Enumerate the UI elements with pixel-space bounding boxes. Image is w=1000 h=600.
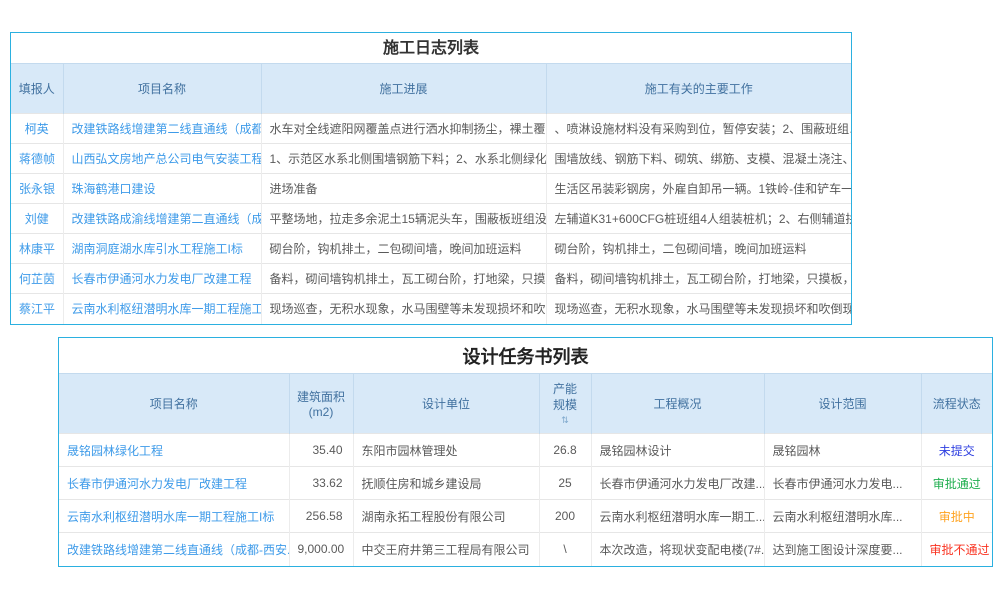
- design-unit-cell: 东阳市园林管理处: [353, 434, 539, 467]
- col-header-capacity[interactable]: 产能规模 ⇅: [539, 374, 591, 434]
- overview-cell: 本次改造，将现状变配电楼(7#...: [591, 533, 764, 566]
- overview-cell: 云南水利枢纽潜明水库一期工...: [591, 500, 764, 533]
- reporter-link[interactable]: 蔡江平: [19, 302, 55, 316]
- project-link[interactable]: 山西弘文房地产总公司电气安装工程: [72, 152, 262, 166]
- construction-log-panel: 施工日志列表 填报人 项目名称 施工进展 施工有关的主要工作 柯英 改建铁路线增…: [10, 32, 852, 325]
- main-work-cell: 备料，砌间墙钩机排土，瓦工砌台阶，打地梁，只摸板，砌...: [546, 264, 851, 294]
- header-row: 填报人 项目名称 施工进展 施工有关的主要工作: [11, 64, 851, 114]
- design-unit-cell: 中交王府井第三工程局有限公司: [353, 533, 539, 566]
- project-link[interactable]: 云南水利枢纽潜明水库一期工程施工I标: [72, 302, 262, 316]
- scope-cell: 晟铭园林: [764, 434, 921, 467]
- table-row: 柯英 改建铁路线增建第二线直通线（成都-... 水车对全线遮阳网覆盖点进行洒水抑…: [11, 114, 851, 144]
- reporter-link[interactable]: 张永银: [19, 182, 55, 196]
- col-header-project: 项目名称: [63, 64, 261, 114]
- progress-cell: 进场准备: [261, 174, 546, 204]
- table-row: 蔡江平 云南水利枢纽潜明水库一期工程施工I标 现场巡查，无积水现象，水马围壁等未…: [11, 294, 851, 324]
- design-task-table: 项目名称 建筑面积(m2) 设计单位 产能规模 ⇅ 工程概况 设计范围 流程状态…: [59, 373, 992, 566]
- design-unit-cell: 抚顺住房和城乡建设局: [353, 467, 539, 500]
- status-badge: 审批通过: [933, 477, 981, 491]
- project-link[interactable]: 晟铭园林绿化工程: [67, 444, 163, 458]
- project-link[interactable]: 改建铁路成渝线增建第二直通线（成...: [72, 212, 262, 226]
- project-link[interactable]: 长春市伊通河水力发电厂改建工程: [72, 272, 252, 286]
- capacity-cell: 25: [539, 467, 591, 500]
- main-work-cell: 围墙放线、钢筋下料、砌筑、绑筋、支模、混凝土浇注、清...: [546, 144, 851, 174]
- design-task-panel: 设计任务书列表 项目名称 建筑面积(m2) 设计单位 产能规模 ⇅ 工程概况 设…: [58, 337, 993, 567]
- reporter-link[interactable]: 刘健: [25, 212, 49, 226]
- main-work-cell: 、喷淋设施材料没有采购到位，暂停安装；2、围蔽班组以货...: [546, 114, 851, 144]
- main-work-cell: 砌台阶，钩机排土，二包砌间墙，晚间加班运料: [546, 234, 851, 264]
- area-cell: 256.58: [289, 500, 353, 533]
- capacity-cell: 26.8: [539, 434, 591, 467]
- project-link[interactable]: 改建铁路线增建第二线直通线（成都-西安...: [67, 543, 289, 557]
- table-row: 晟铭园林绿化工程 35.40 东阳市园林管理处 26.8 晟铭园林设计 晟铭园林…: [59, 434, 992, 467]
- project-link[interactable]: 湖南洞庭湖水库引水工程施工I标: [72, 242, 243, 256]
- area-cell: 9,000.00: [289, 533, 353, 566]
- reporter-link[interactable]: 何芷茵: [19, 272, 55, 286]
- project-link[interactable]: 云南水利枢纽潜明水库一期工程施工I标: [67, 510, 274, 524]
- progress-cell: 备料，砌间墙钩机排土，瓦工砌台阶，打地梁，只摸...: [261, 264, 546, 294]
- main-work-cell: 现场巡查，无积水现象，水马围壁等未发现损坏和吹倒现象...: [546, 294, 851, 324]
- progress-cell: 平整场地，拉走多余泥土15辆泥头车，围蔽板班组没...: [261, 204, 546, 234]
- header-row: 项目名称 建筑面积(m2) 设计单位 产能规模 ⇅ 工程概况 设计范围 流程状态: [59, 374, 992, 434]
- overview-cell: 长春市伊通河水力发电厂改建...: [591, 467, 764, 500]
- capacity-cell: \: [539, 533, 591, 566]
- table-row: 刘健 改建铁路成渝线增建第二直通线（成... 平整场地，拉走多余泥土15辆泥头车…: [11, 204, 851, 234]
- area-cell: 33.62: [289, 467, 353, 500]
- status-badge: 审批不通过: [930, 543, 990, 557]
- construction-log-title: 施工日志列表: [11, 33, 851, 63]
- col-header-area: 建筑面积(m2): [289, 374, 353, 434]
- col-header-reporter: 填报人: [11, 64, 63, 114]
- progress-cell: 现场巡查，无积水现象，水马围壁等未发现损坏和吹...: [261, 294, 546, 324]
- reporter-link[interactable]: 蒋德帧: [19, 152, 55, 166]
- col-header-design-unit: 设计单位: [353, 374, 539, 434]
- table-row: 蒋德帧 山西弘文房地产总公司电气安装工程 1、示范区水系北侧围墙钢筋下料；2、水…: [11, 144, 851, 174]
- status-badge: 未提交: [939, 444, 975, 458]
- reporter-link[interactable]: 柯英: [25, 122, 49, 136]
- table-row: 张永银 珠海鹤港口建设 进场准备 生活区吊装彩钢房，外雇自卸吊一辆。1铁岭-佳和…: [11, 174, 851, 204]
- progress-cell: 1、示范区水系北侧围墙钢筋下料；2、水系北侧绿化...: [261, 144, 546, 174]
- table-row: 长春市伊通河水力发电厂改建工程 33.62 抚顺住房和城乡建设局 25 长春市伊…: [59, 467, 992, 500]
- construction-log-table: 填报人 项目名称 施工进展 施工有关的主要工作 柯英 改建铁路线增建第二线直通线…: [11, 63, 851, 324]
- project-link[interactable]: 珠海鹤港口建设: [72, 182, 156, 196]
- design-task-title: 设计任务书列表: [59, 338, 992, 373]
- overview-cell: 晟铭园林设计: [591, 434, 764, 467]
- main-work-cell: 左辅道K31+600CFG桩班组4人组装桩机；2、右侧辅道拼宽...: [546, 204, 851, 234]
- main-work-cell: 生活区吊装彩钢房，外雇自卸吊一辆。1铁岭-佳和铲车一台: [546, 174, 851, 204]
- progress-cell: 砌台阶，钩机排土，二包砌间墙，晚间加班运料: [261, 234, 546, 264]
- scope-cell: 长春市伊通河水力发电...: [764, 467, 921, 500]
- col-header-status: 流程状态: [921, 374, 992, 434]
- design-unit-cell: 湖南永拓工程股份有限公司: [353, 500, 539, 533]
- sort-icon[interactable]: ⇅: [544, 416, 587, 425]
- table-row: 改建铁路线增建第二线直通线（成都-西安... 9,000.00 中交王府井第三工…: [59, 533, 992, 566]
- col-header-project: 项目名称: [59, 374, 289, 434]
- progress-cell: 水车对全线遮阳网覆盖点进行洒水抑制扬尘，裸土覆...: [261, 114, 546, 144]
- capacity-label: 产能规模: [552, 382, 578, 413]
- scope-cell: 达到施工图设计深度要...: [764, 533, 921, 566]
- project-link[interactable]: 改建铁路线增建第二线直通线（成都-...: [72, 122, 262, 136]
- col-header-scope: 设计范围: [764, 374, 921, 434]
- area-cell: 35.40: [289, 434, 353, 467]
- table-row: 何芷茵 长春市伊通河水力发电厂改建工程 备料，砌间墙钩机排土，瓦工砌台阶，打地梁…: [11, 264, 851, 294]
- project-link[interactable]: 长春市伊通河水力发电厂改建工程: [67, 477, 247, 491]
- table-row: 林康平 湖南洞庭湖水库引水工程施工I标 砌台阶，钩机排土，二包砌间墙，晚间加班运…: [11, 234, 851, 264]
- reporter-link[interactable]: 林康平: [19, 242, 55, 256]
- scope-cell: 云南水利枢纽潜明水库...: [764, 500, 921, 533]
- col-header-overview: 工程概况: [591, 374, 764, 434]
- col-header-progress: 施工进展: [261, 64, 546, 114]
- col-header-main-work: 施工有关的主要工作: [546, 64, 851, 114]
- status-badge: 审批中: [939, 510, 975, 524]
- table-row: 云南水利枢纽潜明水库一期工程施工I标 256.58 湖南永拓工程股份有限公司 2…: [59, 500, 992, 533]
- capacity-cell: 200: [539, 500, 591, 533]
